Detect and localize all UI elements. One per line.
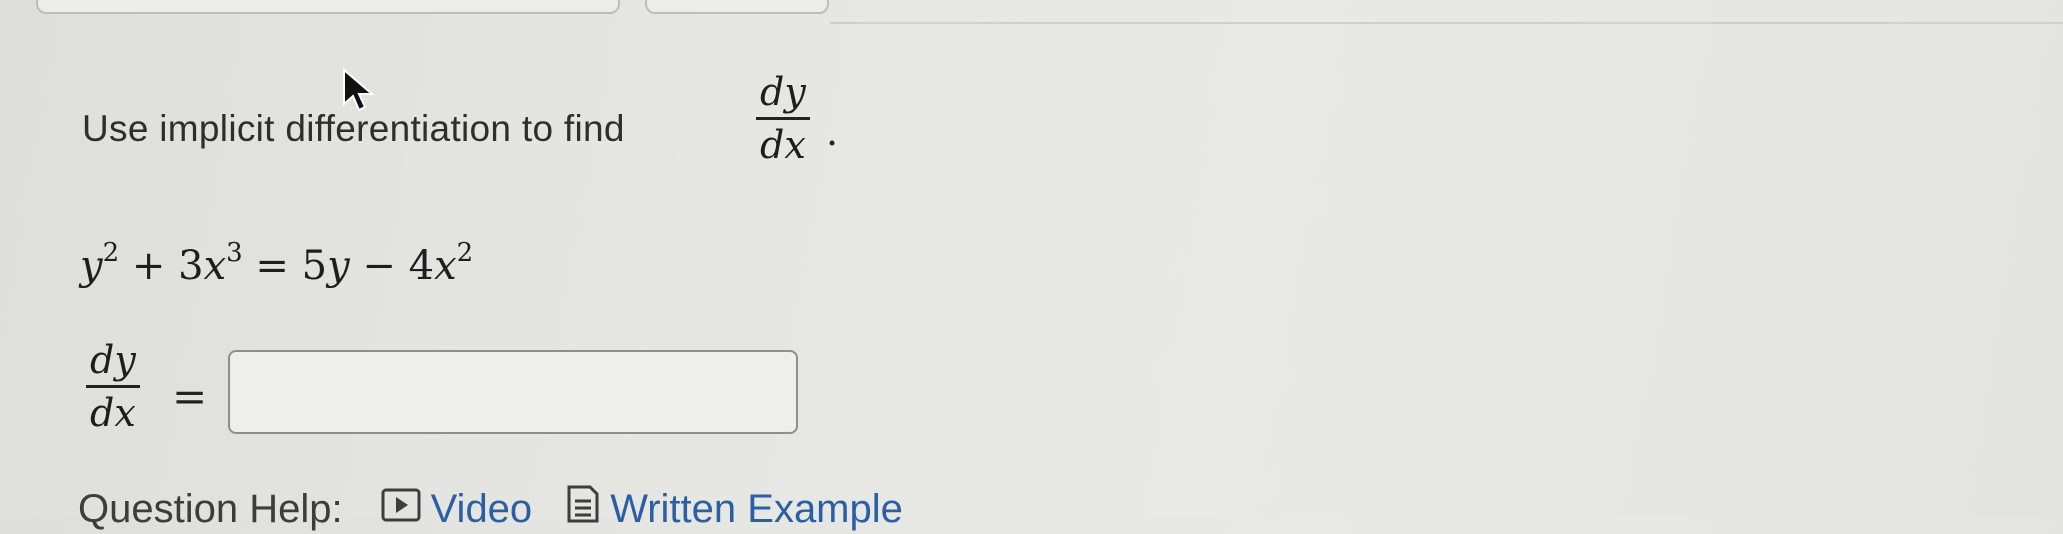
answer-derivative-denominator: dx bbox=[90, 391, 136, 435]
eq-var-y: y bbox=[80, 243, 103, 289]
eq-equals: = bbox=[255, 243, 289, 289]
prompt-derivative-numerator: dy bbox=[760, 70, 806, 114]
document-icon bbox=[566, 484, 600, 534]
eq-var-x: x bbox=[203, 243, 227, 289]
eq-coef: 5 bbox=[301, 243, 328, 289]
eq-plus: + bbox=[131, 243, 166, 289]
eq-var-x: x bbox=[434, 243, 457, 289]
prompt-derivative-denominator: dx bbox=[760, 123, 806, 167]
written-example-label: Written Example bbox=[610, 486, 903, 531]
answer-derivative-fraction: dy dx bbox=[86, 338, 140, 435]
given-equation: y2 + 3x3 = 5y − 4x2 bbox=[80, 238, 473, 289]
eq-exp: 3 bbox=[226, 238, 243, 268]
eq-var-y: y bbox=[327, 243, 350, 289]
answer-derivative-numerator: dy bbox=[90, 338, 136, 382]
fraction-bar bbox=[756, 117, 810, 120]
prompt-period: . bbox=[826, 110, 839, 154]
eq-coef: 3 bbox=[178, 243, 204, 289]
play-icon bbox=[381, 487, 421, 532]
answer-input[interactable] bbox=[228, 350, 798, 434]
eq-exp: 2 bbox=[456, 238, 474, 268]
question-help-label: Question Help: bbox=[78, 486, 343, 531]
video-link[interactable]: Video bbox=[381, 486, 533, 532]
fraction-bar bbox=[86, 385, 140, 388]
question-help-row: Question Help: Video Written Example bbox=[78, 484, 937, 534]
prompt-derivative-fraction: dy dx bbox=[756, 70, 810, 167]
eq-exp: 2 bbox=[102, 238, 120, 268]
top-divider bbox=[830, 22, 2063, 24]
top-tab-right[interactable] bbox=[645, 0, 829, 14]
top-tab-left[interactable] bbox=[36, 0, 620, 14]
mouse-pointer-icon bbox=[340, 67, 380, 119]
eq-coef: 4 bbox=[408, 243, 435, 289]
video-link-label: Video bbox=[430, 486, 533, 531]
eq-minus: − bbox=[362, 243, 396, 289]
answer-equals-sign: = bbox=[172, 372, 208, 421]
written-example-link[interactable]: Written Example bbox=[566, 484, 903, 534]
